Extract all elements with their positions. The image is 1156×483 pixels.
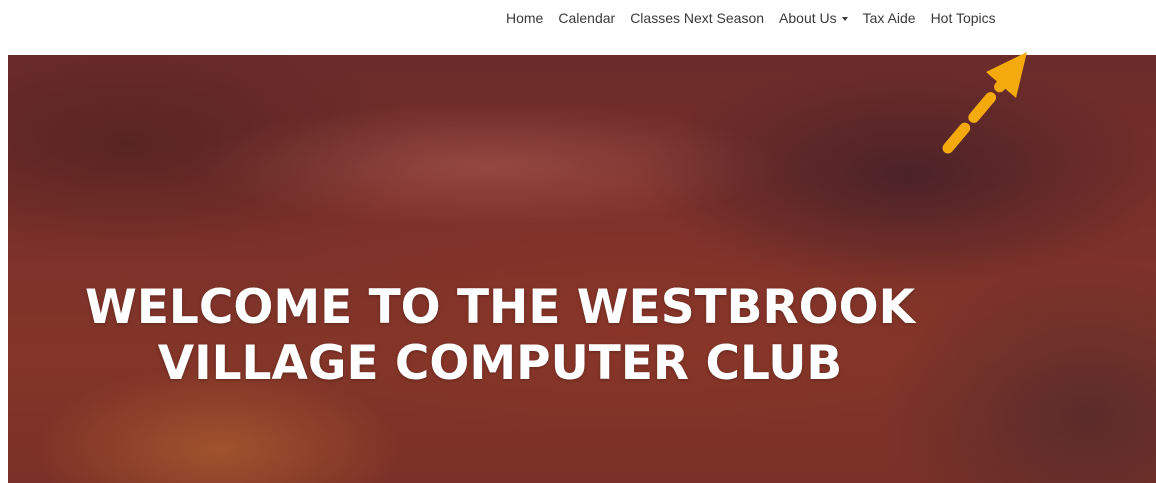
annotation-arrow-icon [942, 52, 1027, 154]
page: Home Calendar Classes Next Season About … [0, 0, 1156, 483]
main-menu: Home Calendar Classes Next Season About … [506, 8, 996, 28]
nav-item-label: Calendar [558, 10, 616, 26]
nav-item-label: Tax Aide [862, 10, 916, 26]
hero-title-line-2: VILLAGE COMPUTER CLUB [157, 336, 843, 391]
nav-item-calendar[interactable]: Calendar [558, 8, 615, 28]
nav-item-home[interactable]: Home [506, 8, 543, 28]
nav-item-hot-topics[interactable]: Hot Topics [931, 8, 996, 28]
hero-title: WELCOME TO THE WESTBROOK VILLAGE COMPUTE… [30, 280, 970, 392]
hero-title-line-1: WELCOME TO THE WESTBROOK [84, 280, 916, 335]
nav-item-about-us[interactable]: About Us [779, 8, 848, 28]
nav-item-label: Home [506, 10, 544, 26]
nav-item-label: Hot Topics [930, 10, 996, 26]
nav-item-tax-aide[interactable]: Tax Aide [863, 8, 916, 28]
nav-item-classes-next-season[interactable]: Classes Next Season [630, 8, 764, 28]
nav-item-label: Classes Next Season [630, 10, 765, 26]
caret-down-icon [841, 16, 848, 21]
nav-item-label: About Us [779, 10, 837, 26]
